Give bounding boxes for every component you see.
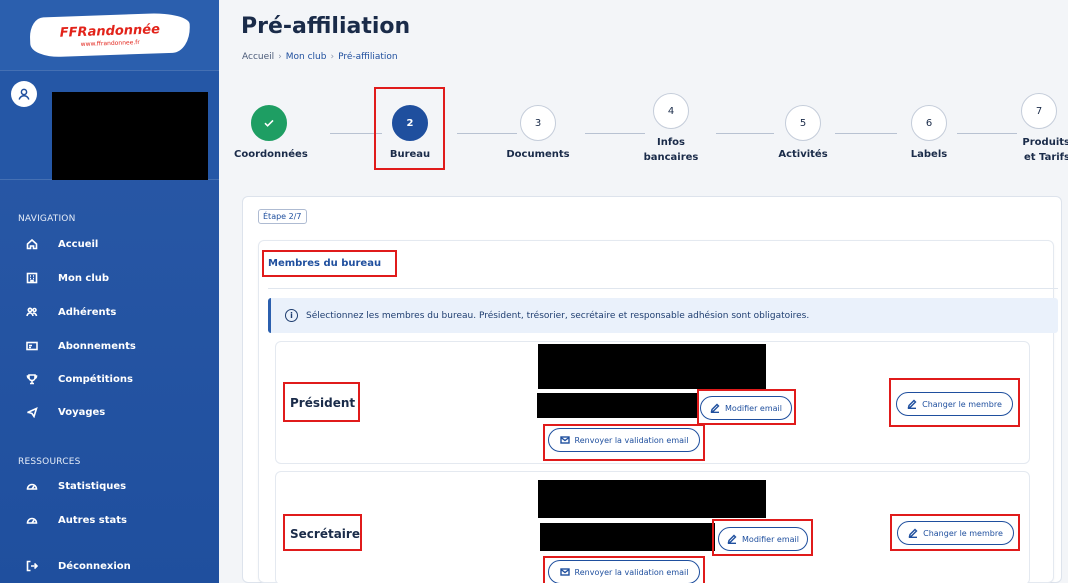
- trophy-icon: [26, 373, 38, 385]
- page-title: Pré-affiliation: [241, 14, 411, 39]
- stepper: Coordonnées 2 Bureau 3 Documents 4 Infos…: [230, 90, 1068, 190]
- resend-validation-button[interactable]: Renvoyer la validation email: [548, 428, 700, 452]
- sidebar-item-deconnexion[interactable]: Déconnexion: [0, 552, 219, 580]
- step-number: 4: [653, 93, 689, 129]
- sidebar-item-label: Déconnexion: [58, 560, 131, 572]
- step-number: 2: [392, 105, 428, 141]
- building-icon: [26, 272, 38, 284]
- users-icon: [26, 306, 38, 318]
- info-icon: i: [285, 309, 298, 322]
- check-icon: [251, 105, 287, 141]
- member-email-redacted: [540, 523, 715, 551]
- card-icon: [26, 340, 38, 352]
- step-label: Bureau: [389, 149, 431, 160]
- logo-url: www.ffrandonnee.fr: [80, 38, 140, 48]
- step-label: Documents: [506, 149, 570, 160]
- step-activites[interactable]: 5 Activités: [765, 105, 841, 162]
- step-connector: [330, 133, 382, 134]
- info-alert: i Sélectionnez les membres du bureau. Pr…: [268, 298, 1058, 333]
- sidebar-item-adherents[interactable]: Adhérents: [0, 298, 219, 326]
- sidebar-item-label: Abonnements: [58, 340, 136, 352]
- home-icon: [26, 238, 38, 250]
- member-email-redacted: [537, 393, 697, 418]
- step-connector: [585, 133, 645, 134]
- breadcrumb-current: Pré-affiliation: [338, 52, 398, 62]
- gauge-icon: [26, 514, 38, 526]
- role-label-secretaire: Secrétaire: [290, 527, 360, 541]
- sidebar: FFRandonnée www.ffrandonnee.fr NAVIGATIO…: [0, 0, 219, 583]
- navigation-heading: NAVIGATION: [18, 214, 76, 224]
- button-label: Renvoyer la validation email: [574, 567, 689, 577]
- sidebar-item-label: Statistiques: [58, 480, 127, 492]
- sidebar-item-label: Mon club: [58, 272, 110, 284]
- step-bureau[interactable]: 2 Bureau: [378, 105, 442, 162]
- change-member-button[interactable]: Changer le membre: [896, 392, 1013, 416]
- section-divider: [268, 288, 1058, 289]
- step-number: 3: [520, 105, 556, 141]
- sidebar-item-statistiques[interactable]: Statistiques: [0, 472, 219, 500]
- breadcrumb-separator-icon: ›: [330, 52, 335, 62]
- resources-heading: RESSOURCES: [18, 457, 81, 467]
- logout-icon: [26, 560, 38, 572]
- sidebar-item-label: Autres stats: [58, 514, 127, 526]
- button-label: Modifier email: [742, 534, 799, 544]
- step-label: Labels: [910, 149, 948, 160]
- step-labels[interactable]: 6 Labels: [896, 105, 962, 162]
- user-avatar-icon[interactable]: [11, 81, 37, 107]
- sidebar-item-voyages[interactable]: Voyages: [0, 398, 219, 426]
- button-label: Renvoyer la validation email: [574, 435, 689, 445]
- step-label: Produits et Tarifs: [1022, 137, 1068, 163]
- step-number: 7: [1021, 93, 1057, 129]
- member-name-redacted: [538, 480, 766, 518]
- step-number: 5: [785, 105, 821, 141]
- logo-area: FFRandonnée www.ffrandonnee.fr: [0, 0, 219, 70]
- button-label: Changer le membre: [923, 528, 1003, 538]
- mail-icon: [559, 436, 570, 444]
- sidebar-item-autres-stats[interactable]: Autres stats: [0, 506, 219, 534]
- step-connector: [835, 133, 897, 134]
- modify-email-button[interactable]: Modifier email: [718, 527, 808, 551]
- breadcrumb-accueil[interactable]: Accueil: [242, 52, 274, 62]
- pencil-icon: [727, 534, 737, 544]
- resend-validation-button[interactable]: Renvoyer la validation email: [548, 560, 700, 583]
- change-member-button[interactable]: Changer le membre: [897, 521, 1014, 545]
- breadcrumb: Accueil › Mon club › Pré-affiliation: [242, 52, 398, 62]
- info-message: Sélectionnez les membres du bureau. Prés…: [306, 310, 810, 321]
- user-name-redacted: [52, 92, 208, 180]
- sidebar-item-mon-club[interactable]: Mon club: [0, 264, 219, 292]
- mail-icon: [559, 568, 570, 576]
- sidebar-item-label: Accueil: [58, 238, 99, 250]
- breadcrumb-mon-club[interactable]: Mon club: [286, 52, 327, 62]
- gauge-icon: [26, 480, 38, 492]
- step-coordonnees[interactable]: Coordonnées: [234, 105, 308, 162]
- step-documents[interactable]: 3 Documents: [498, 105, 578, 162]
- sidebar-item-accueil[interactable]: Accueil: [0, 230, 219, 258]
- step-number: 6: [911, 105, 947, 141]
- section-title: Membres du bureau: [268, 258, 382, 269]
- step-label: Coordonnées: [234, 149, 308, 160]
- pencil-icon: [908, 528, 918, 538]
- step-label: Infos bancaires: [643, 137, 699, 163]
- role-label-president: Président: [290, 396, 356, 410]
- plane-icon: [26, 406, 38, 418]
- modify-email-button[interactable]: Modifier email: [700, 396, 792, 420]
- sidebar-item-label: Adhérents: [58, 306, 117, 318]
- sidebar-item-label: Voyages: [58, 406, 106, 418]
- sidebar-item-competitions[interactable]: Compétitions: [0, 365, 219, 393]
- sidebar-item-label: Compétitions: [58, 373, 133, 385]
- step-infos-bancaires[interactable]: 4 Infos bancaires: [638, 93, 704, 165]
- member-name-redacted: [538, 344, 766, 389]
- breadcrumb-separator-icon: ›: [278, 52, 282, 62]
- ffrandonnee-logo[interactable]: FFRandonnée www.ffrandonnee.fr: [28, 12, 191, 58]
- sidebar-item-abonnements[interactable]: Abonnements: [0, 332, 219, 360]
- logo-brand: FFRandonnée: [59, 21, 160, 41]
- step-produits-tarifs[interactable]: 7 Produits et Tarifs: [1008, 93, 1068, 165]
- button-label: Modifier email: [725, 403, 782, 413]
- step-badge: Étape 2/7: [258, 209, 307, 224]
- pencil-icon: [907, 399, 917, 409]
- button-label: Changer le membre: [922, 399, 1002, 409]
- pencil-icon: [710, 403, 720, 413]
- step-label: Activités: [778, 149, 828, 160]
